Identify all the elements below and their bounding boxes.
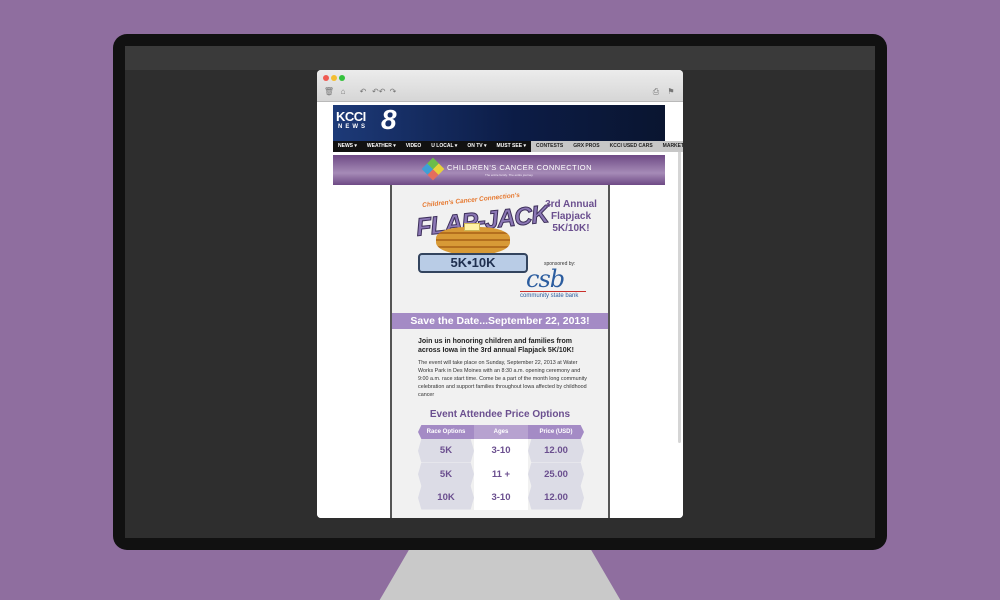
close-window-button[interactable]	[323, 75, 329, 81]
print-icon[interactable]: ⎙	[650, 86, 662, 97]
nav-item-video[interactable]: VIDEO	[401, 141, 427, 152]
kcci-channel-number: 8	[381, 104, 397, 135]
cell-race: 5K	[418, 462, 474, 486]
flapjack-ribbon: 5K•10K	[418, 253, 528, 273]
nav-item-must-see[interactable]: MUST SEE ▾	[492, 141, 531, 152]
charity-banner: CHILDREN'S CANCER CONNECTION The entire …	[333, 155, 665, 185]
kcci-header: KCCI NEWS 8	[333, 105, 665, 141]
nav-item-grx-pros[interactable]: GRX PROS	[568, 141, 605, 152]
price-table-header: Race Options Ages Price (USD)	[418, 425, 584, 439]
screen: 🗑 ⌂ ↶ ↶↶ ↷ ⎙ ⚑ KCCI NEWS 8 NEWS ▾ WEATHE…	[125, 46, 875, 538]
kcci-logo[interactable]: KCCI	[336, 110, 366, 123]
butter-icon	[464, 223, 480, 231]
header-race-options: Race Options	[418, 425, 474, 439]
cell-price: 12.00	[528, 439, 584, 463]
nav-item-news[interactable]: NEWS ▾	[333, 141, 362, 152]
intro-text: Join us in honoring children and familie…	[418, 338, 574, 354]
archive-icon[interactable]: ⌂	[337, 86, 349, 97]
nav-item-marketplace[interactable]: MARKETPLACE ▾	[657, 141, 683, 152]
forward-icon[interactable]: ↷	[387, 86, 399, 97]
cell-race: 10K	[418, 486, 474, 510]
nav-item-contests[interactable]: CONTESTS	[530, 141, 569, 152]
charity-logo-icon	[421, 157, 445, 181]
csb-full-name: community state bank	[520, 293, 579, 299]
nav-item-on-tv[interactable]: ON TV ▾	[462, 141, 491, 152]
event-title: 3rd Annual Flapjack 5K/10K!	[545, 199, 597, 234]
window-titlebar: 🗑 ⌂ ↶ ↶↶ ↷ ⎙ ⚑	[317, 70, 683, 102]
reply-icon[interactable]: ↶	[357, 86, 369, 97]
ribbon-text: 5K•10K	[450, 255, 496, 270]
table-row: 5K 3-10 12.00	[418, 439, 584, 463]
kcci-nav: NEWS ▾ WEATHER ▾ VIDEO U LOCAL ▾ ON TV ▾…	[333, 141, 683, 152]
header-ages: Ages	[474, 425, 528, 439]
price-options-title: Event Attendee Price Options	[429, 409, 571, 420]
save-the-date-bar: Save the Date...September 22, 2013!	[392, 313, 608, 329]
cell-ages: 11 +	[474, 462, 528, 486]
nav-item-u-local[interactable]: U LOCAL ▾	[426, 141, 462, 152]
nav-item-used-cars[interactable]: KCCI USED CARS	[604, 141, 658, 152]
cell-race: 5K	[418, 439, 474, 463]
pancake-stack-icon	[436, 227, 510, 255]
cell-price: 12.00	[528, 486, 584, 510]
scrollbar[interactable]	[678, 143, 681, 443]
message-content: KCCI NEWS 8 NEWS ▾ WEATHER ▾ VIDEO U LOC…	[317, 103, 683, 518]
cell-price: 25.00	[528, 462, 584, 486]
monitor-stand	[375, 548, 625, 600]
cell-ages: 3-10	[474, 486, 528, 510]
header-price: Price (USD)	[528, 425, 584, 439]
trash-icon[interactable]: 🗑	[323, 86, 335, 97]
mail-window: 🗑 ⌂ ↶ ↶↶ ↷ ⎙ ⚑ KCCI NEWS 8 NEWS ▾ WEATHE…	[317, 70, 683, 518]
csb-logo[interactable]: csb	[526, 265, 565, 293]
minimize-window-button[interactable]	[331, 75, 337, 81]
reply-all-icon[interactable]: ↶↶	[372, 86, 385, 97]
table-row: 10K 3-10 12.00	[418, 486, 584, 510]
monitor: 🗑 ⌂ ↶ ↶↶ ↷ ⎙ ⚑ KCCI NEWS 8 NEWS ▾ WEATHE…	[113, 34, 887, 550]
kcci-news-label: NEWS	[338, 124, 368, 130]
nav-item-weather[interactable]: WEATHER ▾	[362, 141, 401, 152]
newsletter-body: Children's Cancer Connection's FLAP-JACK…	[390, 185, 610, 518]
event-details-text: The event will take place on Sunday, Sep…	[418, 360, 587, 398]
price-table: Race Options Ages Price (USD) 5K 3-10 12…	[418, 425, 584, 510]
charity-name: CHILDREN'S CANCER CONNECTION	[447, 163, 593, 172]
zoom-window-button[interactable]	[339, 75, 345, 81]
charity-tagline: The entire family. The entire journey.	[485, 173, 534, 177]
menu-bar	[125, 46, 875, 70]
cell-ages: 3-10	[474, 439, 528, 463]
csb-logo-rule	[520, 291, 586, 292]
flag-icon[interactable]: ⚑	[665, 86, 677, 97]
table-row: 5K 11 + 25.00	[418, 462, 584, 486]
